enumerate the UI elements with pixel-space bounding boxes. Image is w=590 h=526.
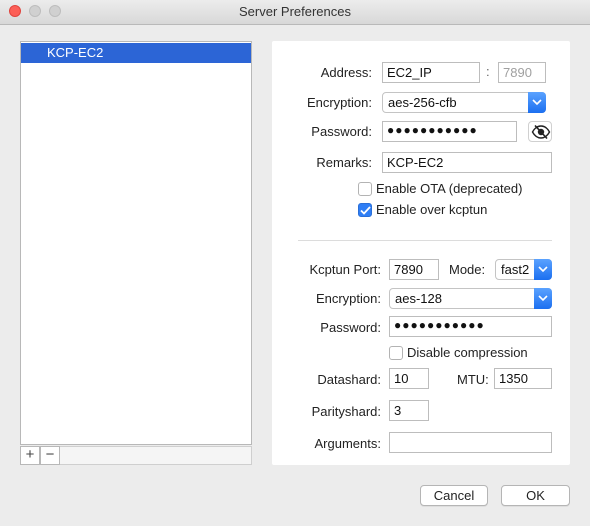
section-divider	[298, 240, 552, 241]
chevron-down-icon	[534, 259, 552, 280]
remove-server-button[interactable]: −	[40, 446, 60, 465]
arguments-field[interactable]	[389, 432, 552, 453]
minimize-window-button[interactable]	[29, 5, 41, 17]
encryption-label: Encryption:	[306, 95, 372, 110]
datashard-label: Datashard:	[317, 372, 381, 387]
enable-kcptun-checkbox[interactable]	[358, 203, 372, 217]
server-preferences-window: Server Preferences KCP-EC2 + − Address: …	[0, 0, 590, 526]
mode-select-value: fast2	[501, 262, 530, 277]
server-settings-panel: Address: EC2_IP : 7890 Encryption: aes-2…	[272, 41, 570, 465]
close-window-button[interactable]	[9, 5, 21, 17]
ok-button[interactable]: OK	[501, 485, 570, 506]
kcptun-port-label: Kcptun Port:	[309, 262, 381, 277]
chevron-down-icon	[534, 288, 552, 309]
disable-compression-checkbox[interactable]	[389, 346, 403, 360]
maximize-window-button[interactable]	[49, 5, 61, 17]
enable-ota-checkbox[interactable]	[358, 182, 372, 196]
address-field[interactable]: EC2_IP	[382, 62, 480, 83]
add-server-button[interactable]: +	[20, 446, 40, 465]
mode-label: Mode:	[449, 262, 486, 277]
kcptun-encryption-label: Encryption:	[315, 291, 381, 306]
kcptun-port-field[interactable]: 7890	[389, 259, 439, 280]
kcptun-encryption-select-value: aes-128	[395, 291, 442, 306]
window-title: Server Preferences	[239, 4, 351, 19]
password-label: Password:	[311, 124, 372, 139]
kcptun-password-label: Password:	[320, 320, 381, 335]
port-separator: :	[486, 64, 490, 79]
parityshard-label: Parityshard:	[311, 404, 381, 419]
remarks-field[interactable]: KCP-EC2	[382, 152, 552, 173]
kcptun-encryption-select[interactable]: aes-128	[389, 288, 552, 309]
list-toolbar-filler	[60, 446, 252, 465]
server-port-field[interactable]: 7890	[498, 62, 546, 83]
mtu-label: MTU:	[457, 372, 489, 387]
cancel-button[interactable]: Cancel	[420, 485, 488, 506]
encryption-select[interactable]: aes-256-cfb	[382, 92, 546, 113]
disable-compression-label: Disable compression	[407, 345, 528, 360]
toggle-password-visibility-button[interactable]	[528, 121, 552, 142]
encryption-select-value: aes-256-cfb	[388, 95, 457, 110]
password-field[interactable]: ●●●●●●●●●●●	[382, 121, 517, 142]
mtu-field[interactable]: 1350	[494, 368, 552, 389]
chevron-down-icon	[528, 92, 546, 113]
remarks-label: Remarks:	[316, 155, 372, 170]
eye-slash-icon	[531, 124, 551, 140]
enable-kcptun-label: Enable over kcptun	[376, 202, 488, 217]
mode-select[interactable]: fast2	[495, 259, 552, 280]
kcptun-password-field[interactable]: ●●●●●●●●●●●	[389, 316, 552, 337]
server-list[interactable]: KCP-EC2	[20, 41, 252, 445]
title-bar: Server Preferences	[0, 0, 590, 25]
arguments-label: Arguments:	[314, 436, 381, 451]
address-label: Address:	[320, 65, 372, 80]
checkmark-icon	[360, 206, 371, 215]
datashard-field[interactable]: 10	[389, 368, 429, 389]
parityshard-field[interactable]: 3	[389, 400, 429, 421]
enable-ota-label: Enable OTA (deprecated)	[376, 181, 523, 196]
server-list-item[interactable]: KCP-EC2	[21, 43, 251, 63]
